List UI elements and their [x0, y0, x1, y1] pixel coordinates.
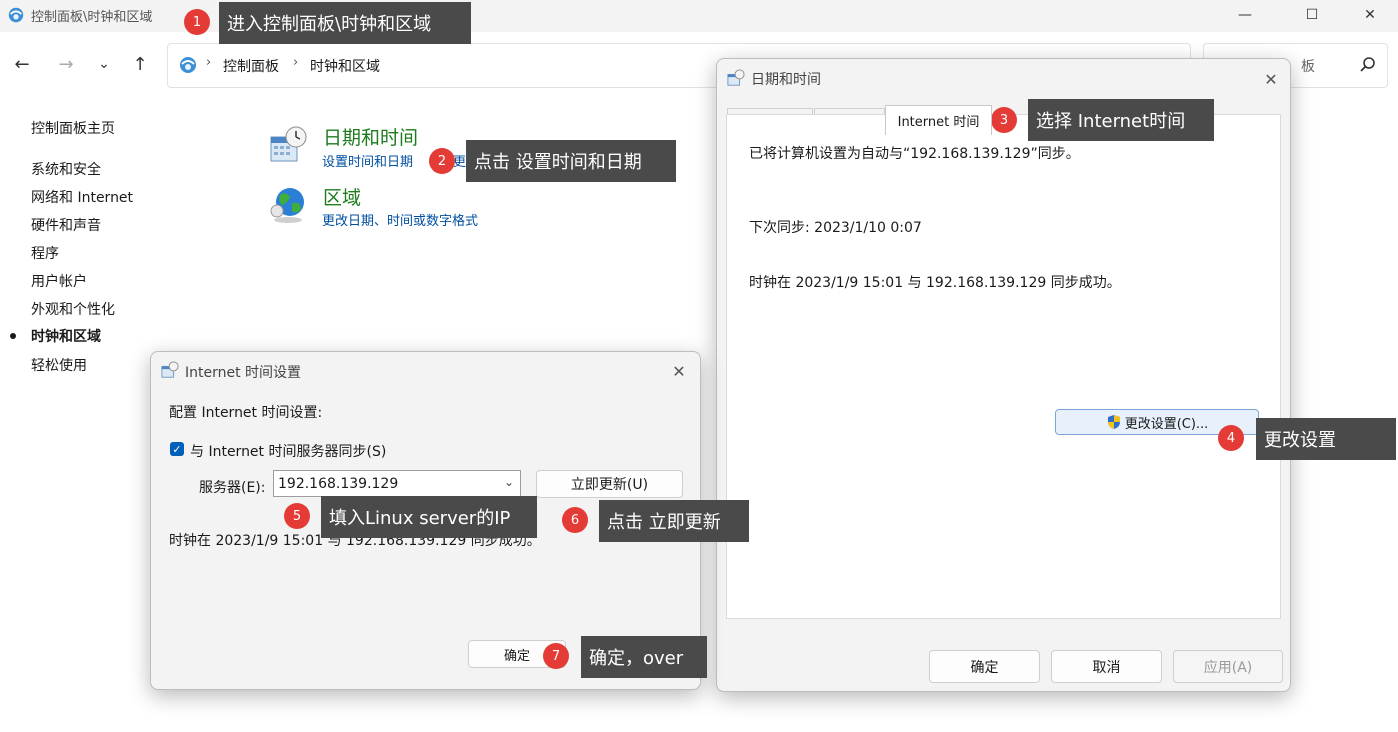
- maximize-button[interactable]: ☐: [1289, 0, 1335, 30]
- search-icon: [1360, 57, 1375, 72]
- close-icon: ✕: [672, 361, 686, 381]
- minimize-icon: —: [1238, 7, 1252, 23]
- tab-internet-time[interactable]: Internet 时间: [885, 105, 992, 135]
- chevron-right-icon: ›: [206, 55, 212, 70]
- sidebar-item-hardware[interactable]: 硬件和声音: [31, 215, 101, 235]
- sidebar-home[interactable]: 控制面板主页: [31, 118, 115, 138]
- up-button[interactable]: ↑: [126, 52, 154, 76]
- forward-button[interactable]: →: [52, 52, 80, 76]
- sidebar-item-clock-region[interactable]: 时钟和区域: [31, 326, 101, 346]
- close-button[interactable]: ✕: [1347, 0, 1393, 30]
- search-input[interactable]: 板: [1301, 56, 1315, 76]
- sync-checkbox[interactable]: ✓: [170, 442, 184, 456]
- step-badge-5: 5: [284, 503, 310, 529]
- step-badge-2: 2: [429, 148, 455, 174]
- up-arrow-icon: ↑: [132, 53, 148, 75]
- back-button[interactable]: ←: [8, 52, 36, 76]
- step-tip-3: 选择 Internet时间: [1028, 99, 1214, 141]
- title-bar: 控制面板\时钟和区域 — ☐ ✕: [0, 0, 1398, 32]
- close-icon: ✕: [1364, 7, 1376, 23]
- category-title-region[interactable]: 区域: [323, 183, 361, 210]
- sidebar-item-programs[interactable]: 程序: [31, 243, 59, 263]
- window-title: 控制面板\时钟和区域: [31, 10, 153, 25]
- category-title-datetime[interactable]: 日期和时间: [323, 123, 418, 150]
- server-combobox[interactable]: 192.168.139.129 ⌄: [273, 470, 521, 497]
- settings-heading: 配置 Internet 时间设置:: [169, 405, 323, 421]
- sidebar-item-appearance[interactable]: 外观和个性化: [31, 299, 115, 319]
- sync-checkbox-label: 与 Internet 时间服务器同步(S): [190, 444, 387, 460]
- change-settings-label: 更改设置(C)...: [1124, 416, 1209, 432]
- update-now-button[interactable]: 立即更新(U): [536, 470, 683, 498]
- breadcrumb-clock-region[interactable]: 时钟和区域: [310, 56, 380, 76]
- step-tip-4: 更改设置: [1256, 418, 1396, 460]
- step-tip-5: 填入Linux server的IP: [321, 496, 537, 538]
- sidebar-item-network[interactable]: 网络和 Internet: [31, 187, 133, 207]
- close-icon: ✕: [1264, 69, 1278, 89]
- apply-button[interactable]: 应用(A): [1173, 650, 1283, 683]
- recent-locations-button[interactable]: ⌄: [90, 52, 118, 76]
- forward-arrow-icon: →: [58, 53, 74, 75]
- link-change-formats[interactable]: 更改日期、时间或数字格式: [322, 210, 478, 229]
- step-tip-2: 点击 设置时间和日期: [466, 140, 676, 182]
- maximize-icon: ☐: [1305, 7, 1319, 23]
- dialog-close-button[interactable]: ✕: [1259, 67, 1283, 91]
- server-label: 服务器(E):: [199, 480, 266, 496]
- step-badge-4: 4: [1218, 425, 1244, 451]
- step-badge-7: 7: [543, 643, 569, 669]
- internet-time-panel: 已将计算机设置为自动与“192.168.139.129”同步。 下次同步: 20…: [726, 114, 1281, 619]
- link-set-date-time[interactable]: 设置时间和日期: [322, 151, 413, 170]
- uac-shield-icon: [1107, 415, 1120, 429]
- last-sync-text: 时钟在 2023/1/9 15:01 与 192.168.139.129 同步成…: [749, 275, 1121, 291]
- calendar-clock-icon: [727, 69, 745, 86]
- step-tip-7: 确定，over: [581, 636, 707, 678]
- dialog-title: 日期和时间: [751, 72, 821, 88]
- globe-icon: [270, 188, 304, 223]
- step-badge-6: 6: [562, 507, 588, 533]
- sidebar-item-ease-of-access[interactable]: 轻松使用: [31, 355, 87, 375]
- control-panel-icon: [8, 7, 24, 23]
- calendar-clock-icon: [161, 361, 179, 378]
- dialog-close-button[interactable]: ✕: [667, 359, 691, 383]
- breadcrumb-control-panel[interactable]: 控制面板: [223, 56, 279, 76]
- sync-status-text: 已将计算机设置为自动与“192.168.139.129”同步。: [749, 146, 1080, 162]
- dialog-title: Internet 时间设置: [185, 365, 302, 381]
- cancel-button[interactable]: 取消: [1051, 650, 1162, 683]
- calendar-clock-icon: [270, 126, 307, 162]
- chevron-down-icon: ⌄: [98, 56, 110, 72]
- step-badge-3: 3: [991, 107, 1017, 133]
- datetime-dialog: 日期和时间 ✕ 日期和时间 附加时钟 Internet 时间 已将计算机设置为自…: [716, 58, 1291, 692]
- server-value: 192.168.139.129: [278, 475, 399, 492]
- sidebar-item-users[interactable]: 用户帐户: [31, 271, 87, 291]
- control-panel-icon: [180, 57, 196, 73]
- next-sync-text: 下次同步: 2023/1/10 0:07: [749, 220, 922, 236]
- active-indicator: [10, 333, 16, 339]
- step-tip-1: 进入控制面板\时钟和区域: [219, 2, 471, 44]
- step-tip-6: 点击 立即更新: [599, 500, 749, 542]
- chevron-right-icon: ›: [293, 55, 299, 70]
- step-badge-1: 1: [184, 9, 210, 35]
- back-arrow-icon: ←: [14, 53, 30, 75]
- chevron-down-icon: ⌄: [503, 475, 514, 489]
- sidebar-item-security[interactable]: 系统和安全: [31, 159, 101, 179]
- minimize-button[interactable]: —: [1222, 0, 1268, 30]
- ok-button[interactable]: 确定: [929, 650, 1040, 683]
